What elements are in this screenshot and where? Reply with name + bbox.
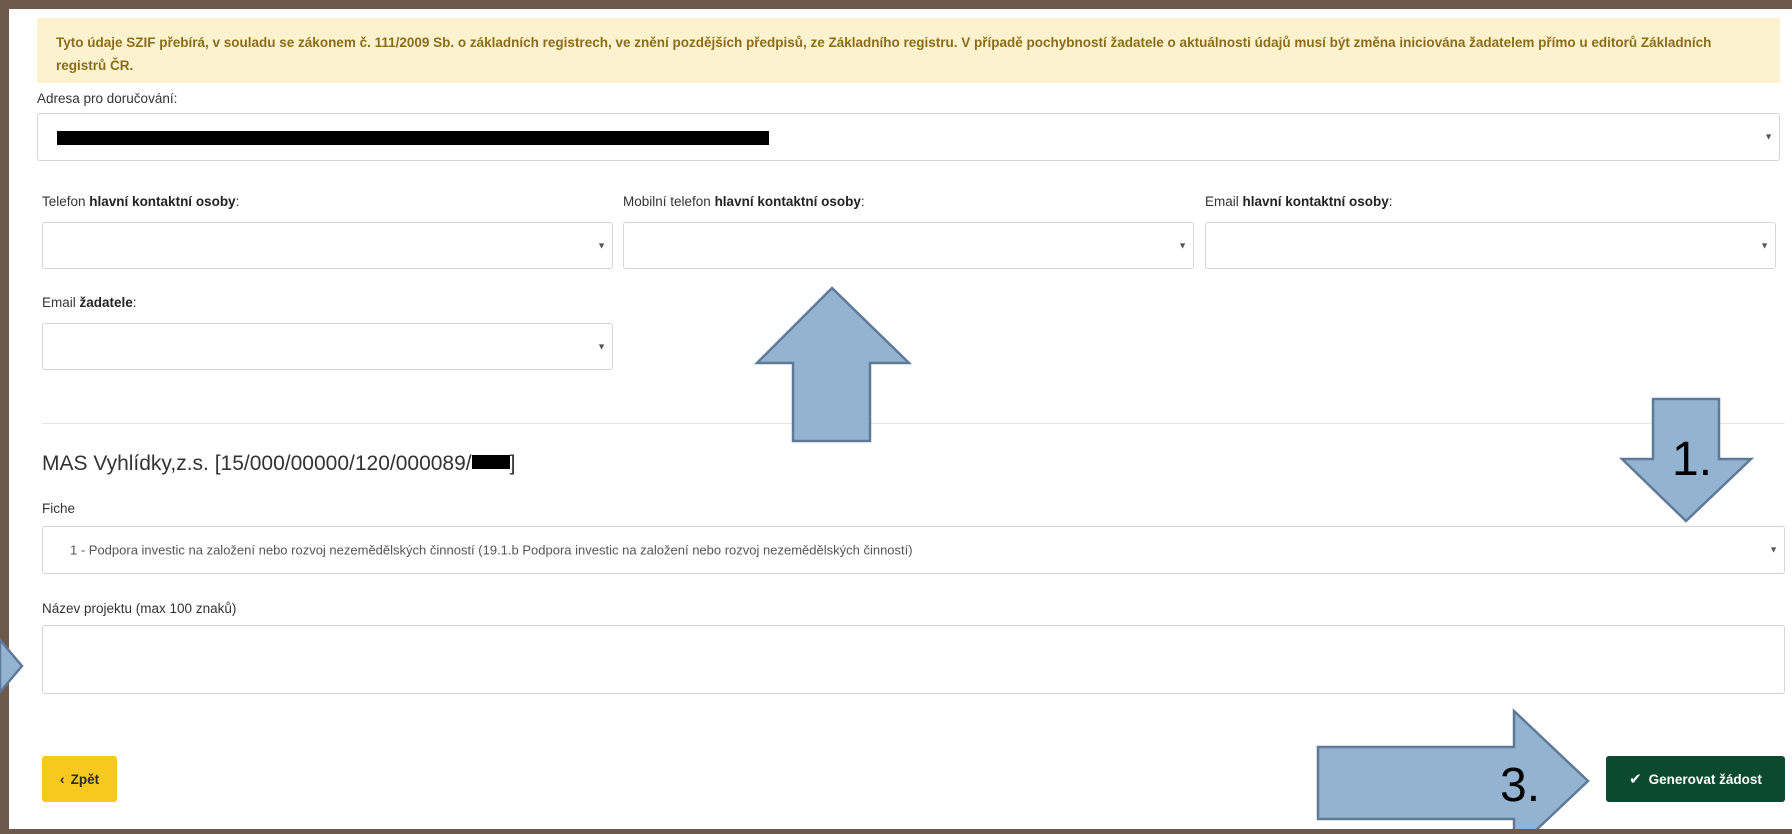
form-page: Tyto údaje SZIF přebírá, v souladu se zá…: [9, 9, 1792, 829]
section-divider: [42, 423, 1785, 424]
email-contact-select[interactable]: ▼: [1205, 222, 1776, 269]
chevron-down-icon: ▼: [1178, 240, 1187, 250]
generate-button-label: Generovat žádost: [1648, 771, 1762, 787]
mobile-select[interactable]: ▼: [623, 222, 1194, 269]
back-button-label: Zpět: [70, 771, 100, 787]
back-button[interactable]: ‹ Zpět: [42, 756, 117, 802]
fiche-select[interactable]: 1 - Podpora investic na založení nebo ro…: [42, 526, 1785, 574]
project-name-label: Název projektu (max 100 znaků): [42, 601, 237, 616]
registry-notice-text: Tyto údaje SZIF přebírá, v souladu se zá…: [56, 35, 1712, 73]
phone-select[interactable]: ▼: [42, 222, 613, 269]
applicant-email-label: Email žadatele:: [42, 295, 137, 310]
mobile-label: Mobilní telefon hlavní kontaktní osoby:: [623, 194, 865, 209]
chevron-down-icon: ▼: [1760, 240, 1769, 250]
chevron-down-icon: ▼: [597, 341, 606, 351]
registry-notice: Tyto údaje SZIF přebírá, v souladu se zá…: [37, 18, 1780, 83]
generate-application-button[interactable]: ✔ Generovat žádost: [1606, 756, 1785, 802]
project-name-input[interactable]: [42, 625, 1785, 694]
applicant-email-select[interactable]: ▼: [42, 323, 613, 370]
chevron-down-icon: ▼: [597, 240, 606, 250]
phone-label: Telefon hlavní kontaktní osoby:: [42, 194, 240, 209]
fiche-label: Fiche: [42, 501, 76, 516]
address-select[interactable]: ▼: [37, 113, 1780, 161]
fiche-selected-value: 1 - Podpora investic na založení nebo ro…: [70, 542, 913, 558]
email-contact-label: Email hlavní kontaktní osoby:: [1205, 194, 1393, 209]
redacted-id: [471, 455, 510, 470]
chevron-down-icon: ▼: [1764, 131, 1773, 142]
chevron-left-icon: ‹: [59, 771, 65, 787]
mas-title: MAS Vyhlídky,z.s. [15/000/00000/120/0000…: [42, 452, 516, 475]
redacted-address: [57, 131, 769, 145]
check-icon: ✔: [1629, 771, 1642, 788]
chevron-down-icon: ▼: [1769, 544, 1778, 555]
address-label: Adresa pro doručování:: [37, 91, 178, 106]
